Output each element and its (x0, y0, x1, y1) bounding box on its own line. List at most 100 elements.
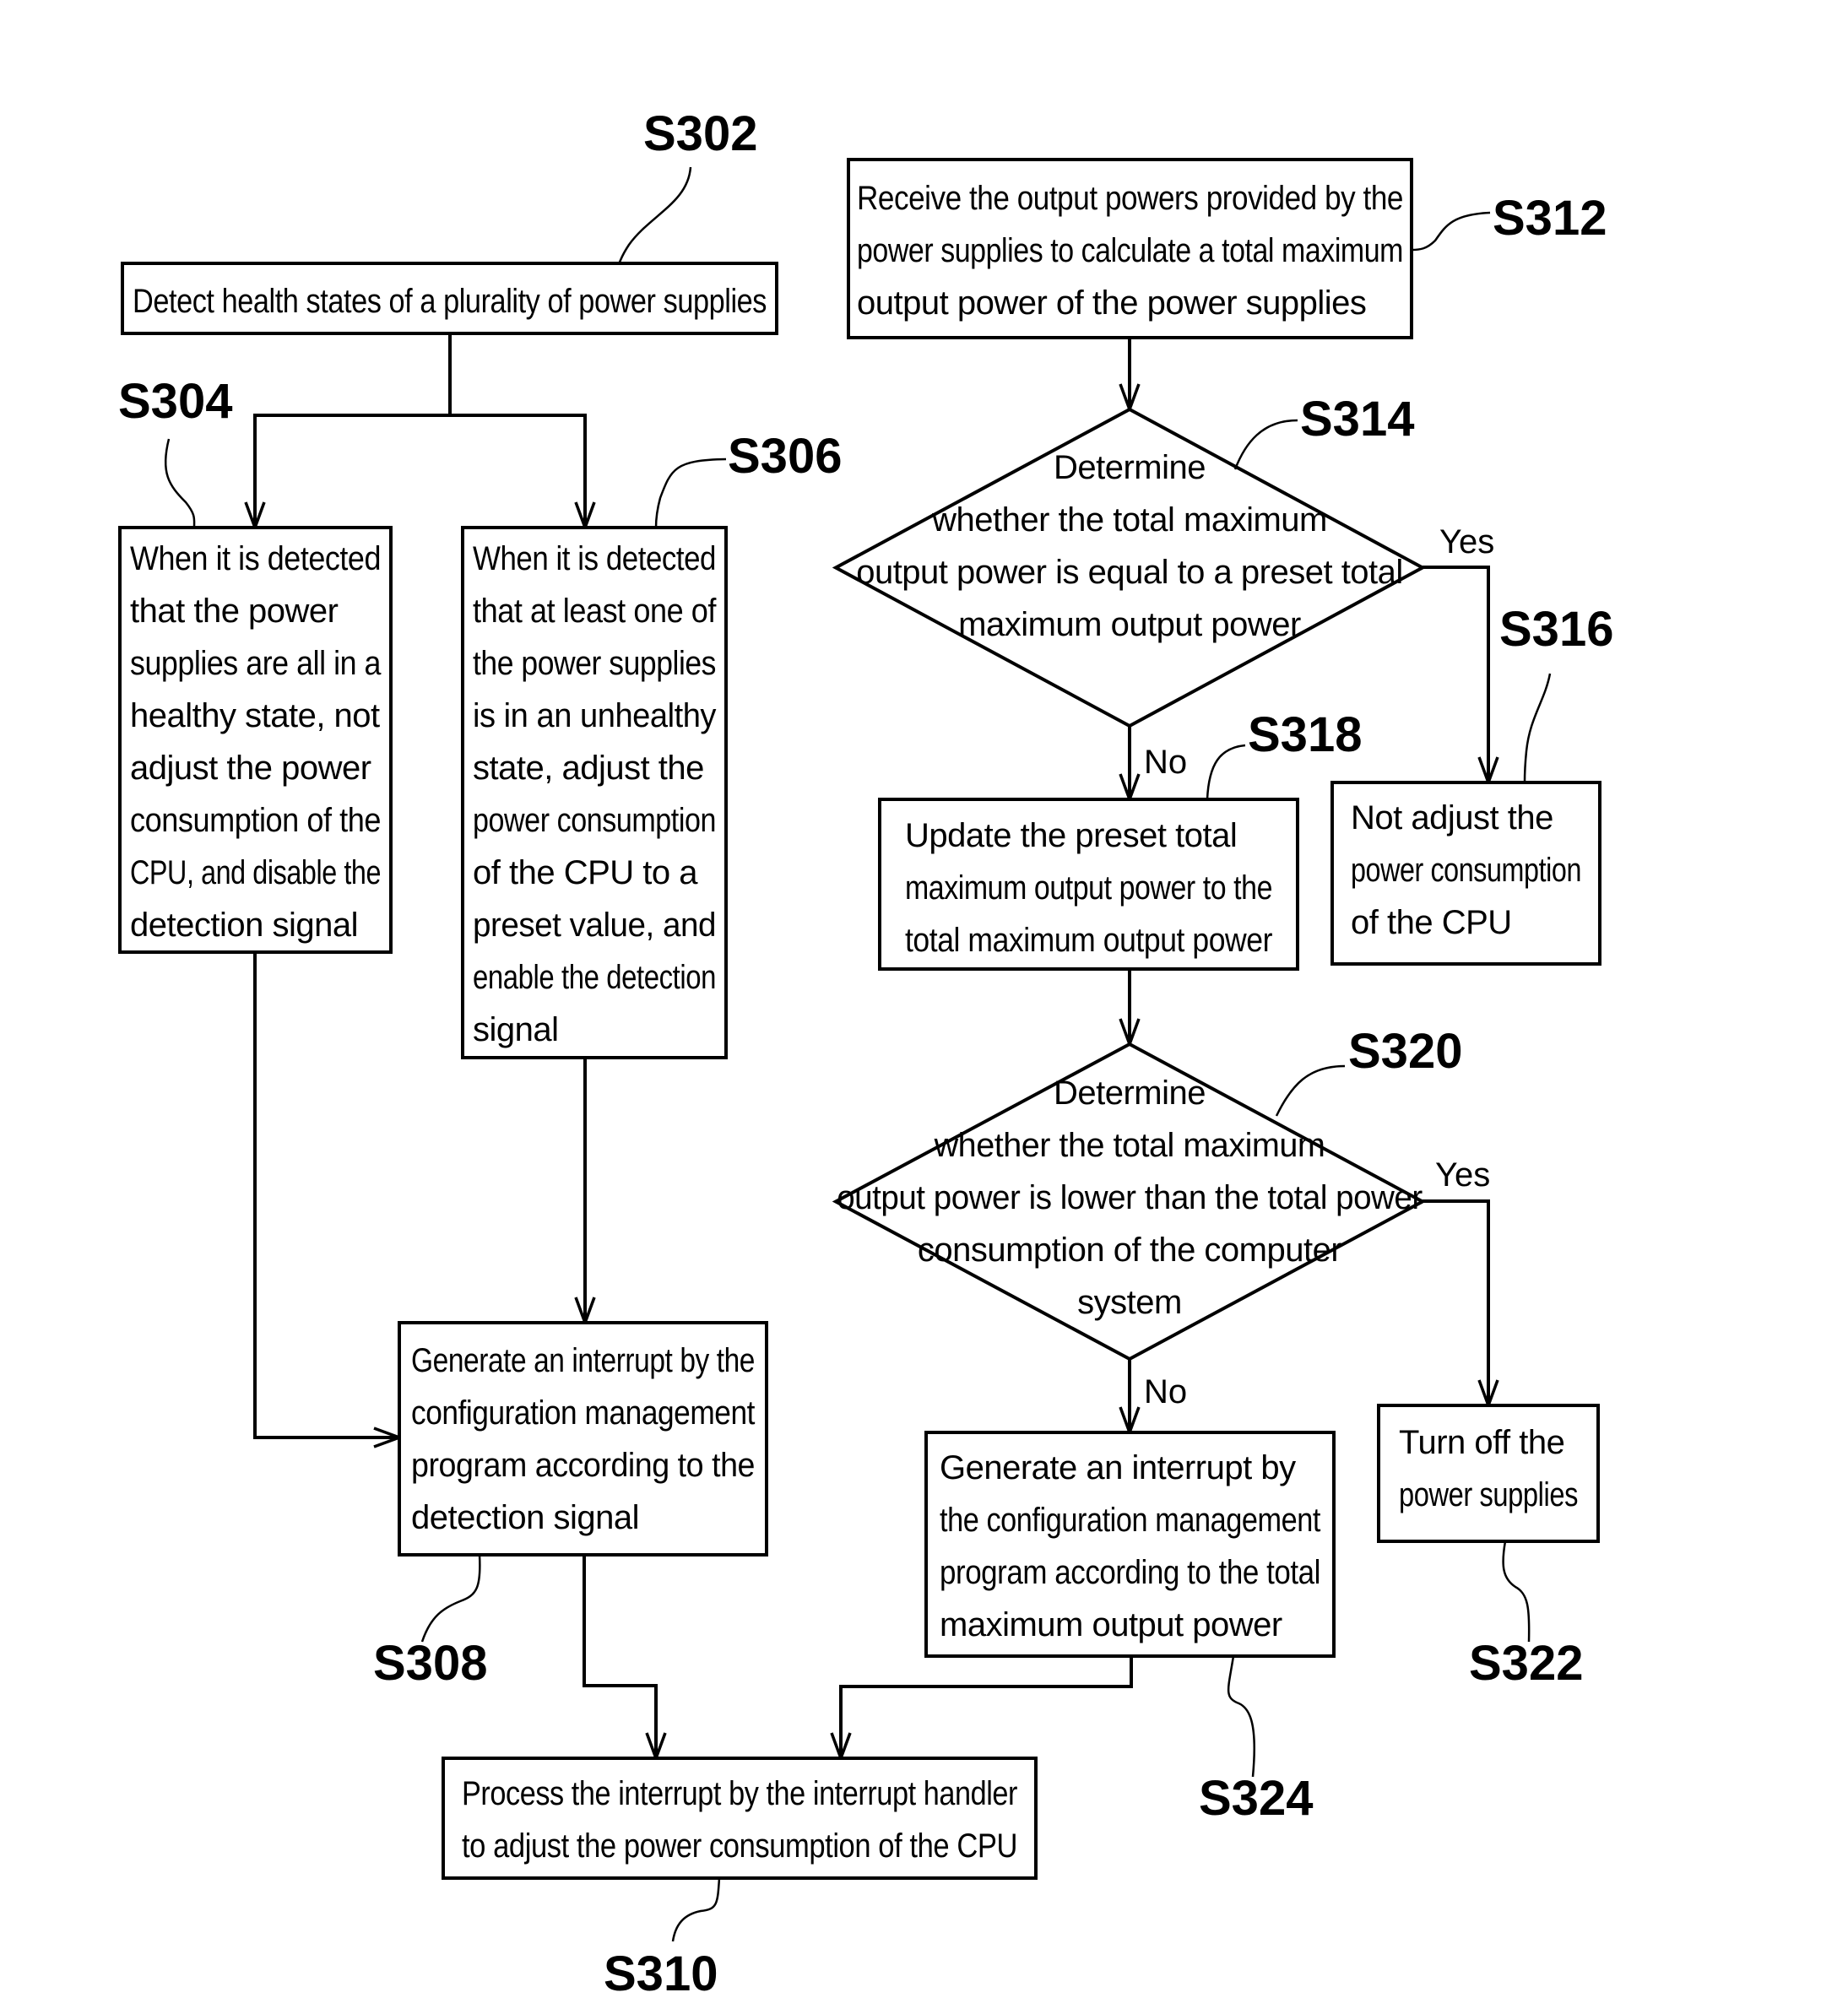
node-s304: When it is detected that the power supplie… (118, 526, 393, 954)
node-text-line: power consumption (1351, 852, 1581, 889)
connector-line (253, 952, 399, 1439)
branch-label-no: No (1144, 1373, 1187, 1410)
connector-line (583, 1555, 658, 1758)
step-id: S322 (1469, 1636, 1583, 1691)
edge-s308-s310 (583, 1555, 667, 1763)
step-label-s304: S304 (118, 374, 232, 528)
step-label-s308: S308 (373, 1554, 487, 1691)
edge-s302-s304 (244, 333, 452, 533)
node-text-line: Process the interrupt by the interrupt h… (462, 1775, 1017, 1812)
node-text-line: total maximum output power (905, 922, 1272, 959)
node-text-line: power supplies (1399, 1476, 1578, 1513)
node-text-line: that the power (130, 593, 339, 630)
step-id: S324 (1199, 1771, 1313, 1826)
node-text-line: signal (473, 1011, 559, 1048)
leader-line (1523, 673, 1552, 783)
edge-s312-s314 (1119, 338, 1141, 414)
node-text-line: whether the total maximum (931, 501, 1327, 539)
node-text-line: consumption of the (130, 802, 381, 839)
step-id: S308 (373, 1636, 487, 1691)
step-id: S304 (118, 374, 232, 429)
step-id: S310 (604, 1946, 718, 2001)
node-text-line: CPU, and disable the (130, 854, 381, 891)
node-text-line: configuration management (411, 1394, 755, 1432)
branch-label-yes: Yes (1439, 523, 1494, 560)
node-text-line: When it is detected (130, 540, 381, 577)
node-text-line: maximum output power (958, 606, 1301, 643)
edge-s320-s324: No (1119, 1359, 1187, 1437)
connector-line (253, 333, 452, 528)
node-text-line: Detect health states of a plurality of p… (133, 283, 767, 320)
node-s308: Generate an interrupt by the configuratio… (398, 1321, 768, 1557)
branch-label-yes: Yes (1435, 1156, 1490, 1194)
node-text-line: maximum output power to the (905, 869, 1272, 907)
node-text-line: power supplies to calculate a total maxi… (857, 232, 1403, 269)
leader-line (1411, 211, 1491, 252)
node-text-line: Determine (1054, 449, 1206, 486)
leader-line (1275, 1064, 1346, 1117)
node-text-line: program according to the (411, 1447, 755, 1484)
leader-line (420, 1554, 481, 1643)
node-text-line: to adjust the power consumption of the C… (462, 1827, 1017, 1865)
node-text-line: output power is lower than the total pow… (837, 1179, 1423, 1216)
edge-s304-s308 (253, 952, 404, 1448)
node-text-line: state, adjust the (473, 750, 704, 787)
edge-s302-s306 (450, 414, 596, 533)
leader-line (1206, 744, 1246, 800)
step-label-s302: S302 (618, 106, 757, 264)
flowchart: Yes No Yes No Detect health states of a plu… (118, 106, 1613, 2001)
node-text-line: adjust the power (130, 750, 371, 787)
node-text-line: Generate an interrupt by the (411, 1342, 755, 1379)
step-id: S302 (643, 106, 757, 161)
node-s318: Update the preset total maximum output po… (878, 798, 1299, 971)
node-text-line: that at least one of (473, 593, 717, 630)
step-id: S320 (1348, 1024, 1462, 1079)
node-s314: Determine whether the total maximum output… (832, 407, 1427, 728)
node-text-line: When it is detected (473, 540, 716, 577)
connector-line (1423, 566, 1490, 782)
step-id: S312 (1493, 191, 1607, 246)
leader-line (1502, 1540, 1531, 1643)
node-text-line: system (1077, 1284, 1182, 1321)
leader-line (654, 457, 727, 528)
step-label-s316: S316 (1499, 602, 1613, 783)
step-id: S314 (1300, 392, 1414, 447)
step-label-s324: S324 (1199, 1655, 1313, 1826)
node-text-line: whether the total maximum (934, 1127, 1325, 1164)
node-s312: Receive the output powers provided by th… (847, 158, 1413, 339)
connector-line (1423, 1199, 1490, 1405)
edge-s314-s316: Yes (1423, 523, 1499, 788)
connector-line (839, 1656, 1133, 1758)
node-text-line: detection signal (411, 1499, 639, 1536)
step-id: S318 (1248, 707, 1362, 762)
node-text-line: healthy state, not (130, 697, 380, 734)
step-id: S316 (1499, 602, 1613, 657)
node-s306: When it is detected that at least one of t… (461, 526, 728, 1059)
branch-label-no: No (1144, 744, 1187, 781)
node-text-line: Update the preset total (905, 817, 1237, 854)
edge-s318-s320 (1119, 969, 1141, 1049)
node-text-line: Not adjust the (1351, 799, 1553, 836)
node-text-line: detection signal (130, 907, 358, 944)
node-text-line: consumption of the computer (918, 1232, 1342, 1269)
leader-line (671, 1877, 721, 1942)
node-text-line: maximum output power (940, 1606, 1282, 1643)
leader-line (164, 438, 196, 528)
edge-s320-s322: Yes (1423, 1156, 1499, 1410)
leader-line (1233, 419, 1298, 470)
step-label-s320: S320 (1275, 1024, 1462, 1117)
edge-s314-s318: No (1119, 726, 1187, 804)
node-text-line: Generate an interrupt by (940, 1449, 1296, 1486)
node-text-line: enable the detection (473, 959, 716, 996)
node-text-line: is in an unhealthy (473, 697, 716, 734)
edge-s324-s310 (830, 1656, 1133, 1763)
node-text-line: of the CPU to a (473, 854, 698, 891)
node-s324: Generate an interrupt by the configuratio… (924, 1431, 1336, 1658)
step-labels-layer: S302 S304 S306 S308 S310 S312 S314 S316 S318 S320… (118, 106, 1613, 2001)
node-s316: Not adjust the power consumption of the CP… (1330, 781, 1601, 966)
node-text-line: supplies are all in a (130, 645, 382, 682)
node-s310: Process the interrupt by the interrupt h… (442, 1757, 1038, 1880)
leader-line (1227, 1655, 1256, 1778)
node-s320: Determine whether the total maximum output… (832, 1042, 1427, 1362)
node-text-line: the configuration management (940, 1502, 1320, 1539)
